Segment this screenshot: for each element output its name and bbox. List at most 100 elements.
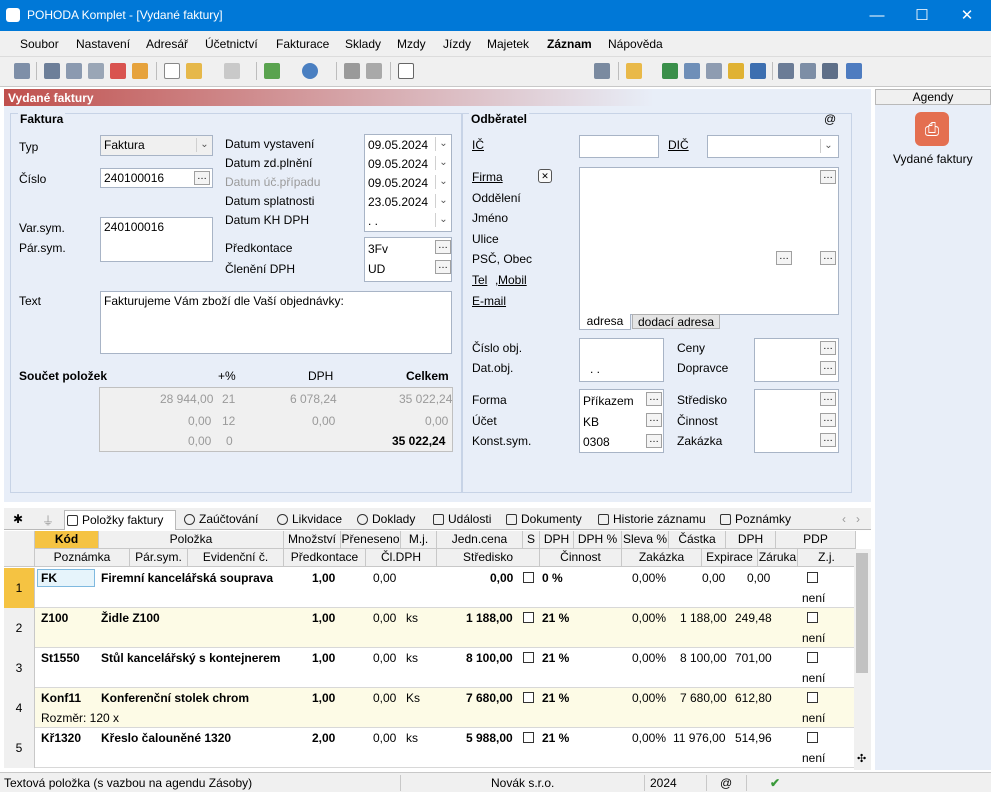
cell-sleva[interactable]: 0,00%	[632, 571, 666, 585]
coins-icon[interactable]	[728, 63, 744, 79]
cell-mj[interactable]: ks	[406, 731, 418, 745]
window-split-icon[interactable]	[800, 63, 816, 79]
col-preneseno[interactable]: Přeneseno	[341, 531, 401, 549]
chevron-down-icon[interactable]: ⌄	[435, 137, 451, 151]
row-number[interactable]: 5	[4, 728, 35, 768]
table-row[interactable]: 3 St1550 Stůl kancelářský s kontejnerem …	[4, 648, 856, 688]
address-box[interactable]	[579, 167, 839, 315]
text-field[interactable]: Fakturujeme Vám zboží dle Vaší objednávk…	[100, 291, 452, 354]
cell-dph-castka[interactable]: 249,48	[735, 611, 772, 625]
s-checkbox[interactable]	[523, 692, 534, 703]
calculator-icon[interactable]	[706, 63, 722, 79]
cell-castka[interactable]: 8 100,00	[680, 651, 727, 665]
table-row[interactable]: 4 Konf11 Konferenční stolek chrom 1,00 0…	[4, 688, 856, 728]
col-jedn-cena[interactable]: Jedn.cena	[437, 531, 523, 549]
cell-mj[interactable]: Ks	[406, 691, 420, 705]
menu-jizdy[interactable]: Jízdy	[443, 37, 471, 51]
col-poznamka[interactable]: Poznámka	[35, 549, 130, 567]
menu-majetek[interactable]: Majetek	[487, 37, 529, 51]
window-icon[interactable]	[778, 63, 794, 79]
datum-splatnosti-field[interactable]: 23.05.2024	[368, 195, 428, 209]
cell-cena[interactable]: 7 680,00	[466, 691, 513, 705]
grid-icon[interactable]	[224, 63, 240, 79]
ic-field[interactable]	[579, 135, 659, 158]
cell-castka[interactable]: 0,00	[702, 571, 725, 585]
cell-poznamka[interactable]: Rozměr: 120 x	[41, 711, 119, 725]
pdp-checkbox[interactable]	[807, 692, 818, 703]
back-arrow-icon[interactable]	[264, 63, 280, 79]
pdp-checkbox[interactable]	[807, 732, 818, 743]
col-parsym[interactable]: Pár.sym.	[130, 549, 188, 567]
cell-preneseno[interactable]: 0,00	[373, 731, 396, 745]
col-dph-castka[interactable]: DPH	[726, 531, 776, 549]
cell-kod[interactable]: Konf11	[41, 691, 81, 705]
s-checkbox[interactable]	[523, 612, 534, 623]
tab-historie[interactable]: Historie záznamu	[596, 510, 714, 530]
asterisk-icon[interactable]: ✱	[13, 512, 23, 526]
cell-polozka[interactable]: Firemní kancelářská souprava	[101, 571, 273, 585]
help-icon[interactable]	[846, 63, 862, 79]
chevron-right-icon[interactable]: ›	[856, 512, 860, 526]
chevron-down-icon[interactable]: ⌄	[435, 175, 451, 189]
pdp-checkbox[interactable]	[807, 652, 818, 663]
ellipsis-button[interactable]: …	[194, 171, 210, 185]
cell-sleva[interactable]: 0,00%	[632, 731, 666, 745]
menu-ucetnictvi[interactable]: Účetnictví	[205, 37, 258, 51]
ellipsis-button[interactable]: …	[820, 361, 836, 375]
dic-field[interactable]: ⌄	[707, 135, 839, 158]
cell-kod[interactable]: St1550	[41, 651, 80, 665]
cell-polozka[interactable]: Křeslo čalouněné 1320	[101, 731, 231, 745]
chevron-down-icon[interactable]: ⌄	[820, 139, 836, 153]
chevron-down-icon[interactable]: ⌄	[435, 213, 451, 227]
datum-zdpl-field[interactable]: 09.05.2024	[368, 157, 428, 171]
toggle-panel-icon[interactable]	[14, 63, 30, 79]
datum-kh-field[interactable]: . .	[368, 214, 378, 228]
cell-preneseno[interactable]: 0,00	[373, 651, 396, 665]
cell-dph[interactable]: 21 %	[542, 651, 569, 665]
pdp-checkbox[interactable]	[807, 572, 818, 583]
col-cinnost[interactable]: Činnost	[540, 549, 622, 567]
save-icon[interactable]	[344, 63, 360, 79]
cell-dph[interactable]: 21 %	[542, 611, 569, 625]
cell-cena[interactable]: 0,00	[490, 571, 513, 585]
filter-icon[interactable]: ⏚	[42, 512, 54, 529]
cell-castka[interactable]: 7 680,00	[680, 691, 727, 705]
col-predkontace[interactable]: Předkontace	[284, 549, 366, 567]
cell-sleva[interactable]: 0,00%	[632, 651, 666, 665]
list-icon[interactable]	[684, 63, 700, 79]
tab-udalosti[interactable]: Události	[431, 510, 501, 530]
new-record-icon[interactable]	[164, 63, 180, 79]
cell-mj[interactable]: ks	[406, 651, 418, 665]
dic-label[interactable]: DIČ	[668, 138, 689, 152]
company-search-icon[interactable]: ✕	[538, 169, 552, 183]
ellipsis-button[interactable]: …	[646, 413, 662, 427]
ellipsis-button[interactable]: …	[646, 434, 662, 448]
col-kod[interactable]: Kód	[35, 531, 99, 549]
tab-poznamky[interactable]: Poznámky	[718, 510, 800, 530]
ellipsis-button[interactable]: …	[776, 251, 792, 265]
ellipsis-button[interactable]: …	[820, 341, 836, 355]
cell-preneseno[interactable]: 0,00	[373, 571, 396, 585]
cislo-obj-field[interactable]: . .	[579, 338, 664, 382]
col-dph[interactable]: DPH	[540, 531, 574, 549]
chevron-left-icon[interactable]: ‹	[842, 512, 846, 526]
cell-pdp[interactable]: není	[802, 751, 825, 765]
col-stredisko[interactable]: Středisko	[437, 549, 540, 567]
cell-dph[interactable]: 21 %	[542, 691, 569, 705]
cell-sleva[interactable]: 0,00%	[632, 691, 666, 705]
tab-likvidace[interactable]: Likvidace	[275, 510, 353, 530]
chevron-down-icon[interactable]: ⌄	[435, 156, 451, 170]
ellipsis-button[interactable]: …	[820, 392, 836, 406]
row-number[interactable]: 3	[4, 648, 35, 688]
close-button[interactable]: ✕	[944, 0, 990, 31]
cell-kod[interactable]: Kř1320	[41, 731, 81, 745]
col-pdp[interactable]: PDP	[776, 531, 856, 549]
table-row[interactable]: 5 Kř1320 Křeslo čalouněné 1320 2,00 0,00…	[4, 728, 856, 768]
ellipsis-button[interactable]: …	[820, 251, 836, 265]
s-checkbox[interactable]	[523, 572, 534, 583]
ellipsis-button[interactable]: …	[435, 260, 451, 274]
scrollbar-thumb[interactable]	[856, 553, 868, 673]
save-all-icon[interactable]	[366, 63, 382, 79]
col-polozka[interactable]: Položka	[99, 531, 284, 549]
cell-mnozstvi[interactable]: 2,00	[312, 731, 335, 745]
